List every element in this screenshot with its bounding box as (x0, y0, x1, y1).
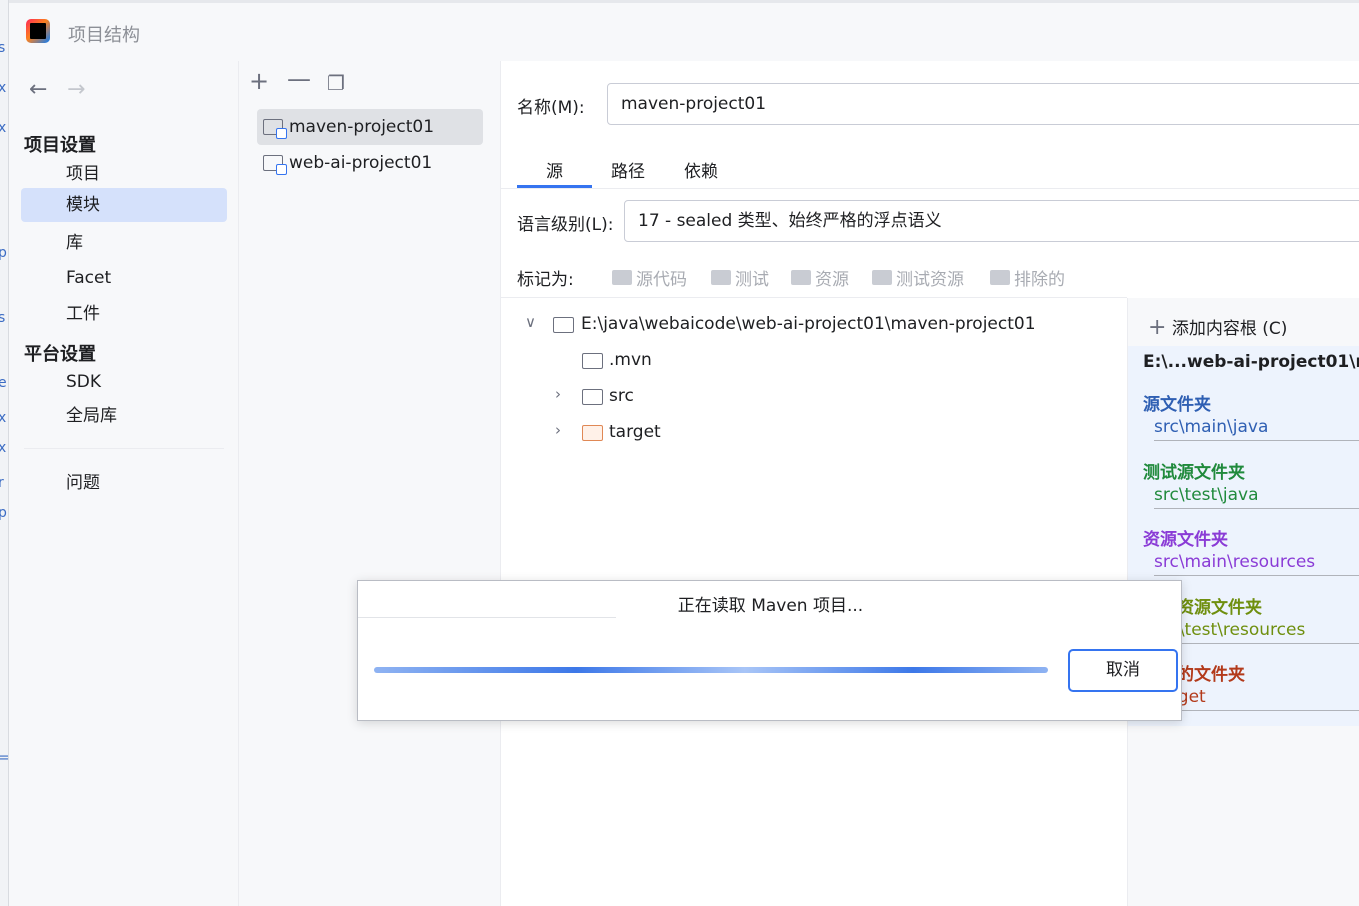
nav-item-sdk[interactable]: SDK (21, 365, 227, 399)
module-label: maven-project01 (289, 117, 435, 137)
test-resources-folder-icon (872, 270, 892, 285)
mark-label: 资源 (815, 270, 849, 290)
module-item-maven-project01[interactable]: maven-project01 (257, 109, 483, 145)
folder-icon (582, 353, 603, 369)
forward-arrow-icon[interactable]: → (67, 77, 85, 102)
copy-icon[interactable]: ❐ (327, 71, 345, 95)
mark-resources-button[interactable]: 资源 (791, 265, 849, 290)
mark-test-resources-button[interactable]: 测试资源 (872, 265, 964, 290)
resource-folders-header: 资源文件夹 (1143, 530, 1228, 550)
tree-item-target[interactable]: target (609, 422, 661, 442)
path-underline (1154, 508, 1359, 509)
mark-label: 源代码 (636, 270, 687, 290)
mark-label: 测试资源 (896, 270, 964, 290)
tab-dependencies[interactable]: 依赖 (684, 157, 718, 187)
excluded-folder-icon (990, 270, 1010, 285)
dialog-divider (358, 617, 616, 618)
nav-item-facet[interactable]: Facet (21, 261, 227, 295)
remove-icon[interactable]: — (287, 67, 311, 91)
folder-icon (553, 317, 574, 333)
nav-item-global-libraries[interactable]: 全局库 (21, 399, 227, 433)
source-folder-path[interactable]: src\main\java (1154, 417, 1268, 437)
settings-nav: ← → 项目设置 项目 模块 库 Facet 工件 平台设置 SDK 全局库 问… (9, 61, 239, 906)
background-editor-strip: sxxpsexxrp= (0, 0, 9, 906)
project-settings-header: 项目设置 (24, 135, 96, 156)
mark-sources-button[interactable]: 源代码 (612, 265, 687, 290)
nav-item-libraries[interactable]: 库 (21, 226, 227, 260)
reading-maven-dialog: 正在读取 Maven 项目... 取消 (357, 580, 1182, 721)
intellij-logo-icon (26, 19, 50, 43)
test-source-folder-path[interactable]: src\test\java (1154, 485, 1259, 505)
cancel-button[interactable]: 取消 (1068, 649, 1178, 692)
mark-tests-button[interactable]: 测试 (711, 265, 769, 290)
nav-item-artifacts[interactable]: 工件 (21, 297, 227, 331)
chevron-right-icon[interactable]: › (555, 385, 561, 403)
module-item-web-ai-project01[interactable]: web-ai-project01 (257, 145, 483, 181)
project-structure-window: 项目结构 ← → 项目设置 项目 模块 库 Facet 工件 平台设置 SDK … (9, 3, 1359, 906)
path-underline (1154, 710, 1359, 711)
indeterminate-progress-bar (374, 667, 1048, 673)
add-icon: + (1148, 315, 1167, 340)
language-level-label: 语言级别(L): (517, 215, 614, 235)
name-label: 名称(M): (517, 98, 585, 118)
excluded-folder-icon (582, 425, 603, 441)
add-icon[interactable]: + (249, 69, 269, 93)
mark-label: 排除的 (1014, 270, 1065, 290)
module-name-input[interactable]: maven-project01 (607, 83, 1359, 125)
chevron-down-icon[interactable]: ∨ (525, 313, 536, 331)
path-underline (1154, 575, 1359, 576)
tree-item-mvn[interactable]: .mvn (609, 350, 652, 370)
tab-sources[interactable]: 源 (546, 157, 563, 187)
tree-root-label[interactable]: E:\java\webaicode\web-ai-project01\maven… (581, 314, 1036, 334)
chevron-right-icon[interactable]: › (555, 421, 561, 439)
add-content-root-button[interactable]: + 添加内容根 (C) (1148, 314, 1287, 340)
nav-item-project[interactable]: 项目 (21, 157, 227, 191)
language-level-select[interactable]: 17 - sealed 类型、始终严格的浮点语义 (624, 200, 1359, 242)
module-folder-icon (263, 155, 287, 175)
title-bar: 项目结构 (9, 3, 1359, 61)
module-list-panel: + — ❐ maven-project01 web-ai-project01 (239, 61, 501, 906)
dialog-message: 正在读取 Maven 项目... (677, 596, 864, 616)
path-underline (1154, 643, 1359, 644)
tab-divider (501, 188, 1359, 189)
mark-label: 测试 (735, 270, 769, 290)
add-content-root-label: 添加内容根 (C) (1171, 319, 1288, 339)
path-underline (1154, 440, 1359, 441)
window-title: 项目结构 (68, 25, 140, 46)
folder-icon (711, 270, 731, 285)
module-settings: 名称(M): maven-project01 源 路径 依赖 语言级别(L): … (501, 61, 1359, 906)
module-folder-icon (263, 119, 287, 139)
resources-folder-icon (791, 270, 811, 285)
tree-item-src[interactable]: src (609, 386, 634, 406)
resource-folder-path[interactable]: src\main\resources (1154, 552, 1315, 572)
back-arrow-icon[interactable]: ← (29, 77, 47, 102)
nav-divider (24, 448, 224, 449)
folder-icon (612, 270, 632, 285)
folder-icon (582, 389, 603, 405)
test-source-folders-header: 测试源文件夹 (1143, 463, 1245, 483)
source-folders-header: 源文件夹 (1143, 395, 1211, 415)
nav-item-modules[interactable]: 模块 (21, 188, 227, 222)
content-root-path: E:\...web-ai-project01\m (1143, 352, 1359, 372)
tab-paths[interactable]: 路径 (611, 157, 645, 187)
module-label: web-ai-project01 (289, 153, 433, 173)
mark-as-label: 标记为: (517, 270, 574, 290)
platform-settings-header: 平台设置 (24, 344, 96, 365)
nav-item-problems[interactable]: 问题 (21, 466, 227, 500)
mark-excluded-button[interactable]: 排除的 (990, 265, 1065, 290)
